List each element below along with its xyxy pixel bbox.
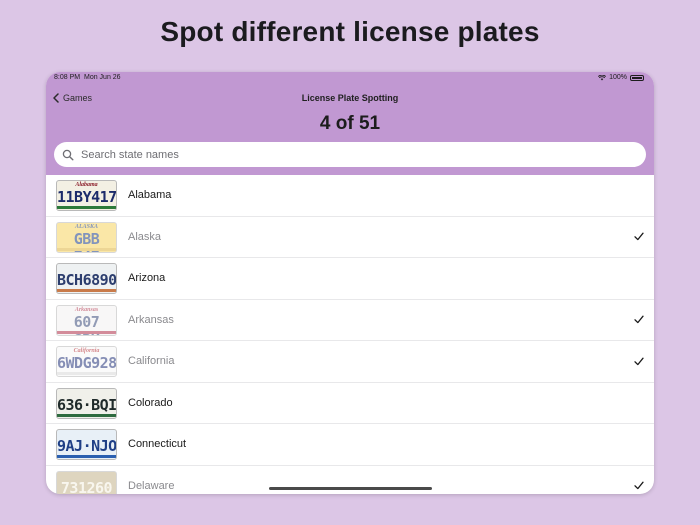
checkmark-icon [634, 315, 644, 324]
license-plate-image: 9AJ·NJO [56, 429, 117, 460]
state-name: Alaska [128, 230, 162, 243]
plate-accent-stripe [57, 413, 116, 417]
list-item[interactable]: 9AJ·NJO Connecticut [46, 424, 654, 466]
plate-accent-stripe [57, 455, 116, 458]
list-item[interactable]: Arkansas607 SBK Arkansas [46, 300, 654, 341]
plate-number: 9AJ·NJO [57, 437, 117, 455]
nav-title: License Plate Spotting [301, 93, 399, 103]
home-indicator[interactable] [269, 487, 432, 490]
plate-number: 636·BQI [57, 395, 117, 414]
plate-number: BCH6890 [57, 271, 117, 289]
license-plate-image: Arkansas607 SBK [56, 304, 117, 336]
plate-accent-stripe [57, 372, 116, 375]
license-plate-image: California 6WDG928 [56, 346, 117, 377]
plate-accent-stripe [57, 206, 116, 209]
list-item[interactable]: California 6WDG928 California [46, 341, 654, 383]
wifi-icon [598, 74, 607, 80]
plate-number: 6WDG928 [57, 354, 117, 372]
license-plate-image: Alabama 11BY417 [56, 180, 117, 211]
state-name: Connecticut [128, 438, 187, 451]
plate-accent-stripe [57, 289, 116, 292]
state-name: Arkansas [128, 313, 174, 326]
status-time: 8:08 PM [54, 74, 81, 81]
progress-count: 4 of 51 [319, 113, 381, 134]
plate-number: 11BY417 [57, 188, 117, 206]
list-item[interactable]: Alabama 11BY417 Alabama [46, 175, 654, 217]
search-input[interactable] [79, 147, 623, 162]
state-name: Colorado [128, 396, 173, 409]
battery-percent: 100% [609, 74, 627, 81]
page-headline: Spot different license plates [160, 16, 540, 47]
state-name: Delaware [128, 479, 175, 492]
list-item[interactable]: ALASKAGBB 747 Alaska [46, 217, 654, 258]
list-item[interactable]: BCH6890 Arizona [46, 258, 654, 300]
checkmark-icon [634, 481, 644, 490]
plate-accent-stripe [57, 330, 116, 334]
plate-accent-stripe [57, 247, 116, 251]
state-name: Alabama [128, 189, 172, 202]
header: 8:08 PM Mon Jun 26 100% Games License Pl… [46, 72, 654, 175]
battery-icon [630, 74, 644, 81]
license-plate-image: 731260 [56, 470, 117, 495]
status-date: Mon Jun 26 [84, 74, 121, 81]
device-screen: 8:08 PM Mon Jun 26 100% Games License Pl… [46, 72, 654, 494]
list-item[interactable]: 636·BQI Colorado [46, 383, 654, 424]
checkmark-icon [634, 232, 644, 241]
status-bar: 8:08 PM Mon Jun 26 100% [46, 72, 654, 84]
license-plate-image: 636·BQI [56, 387, 117, 419]
state-name: Arizona [128, 272, 166, 285]
status-right: 100% [598, 74, 644, 81]
license-plate-image: ALASKAGBB 747 [56, 221, 117, 253]
state-list: Alabama11BY417 Alabama ALASKAGBB 747 Alaska… [46, 175, 654, 494]
plate-number: 731260 [60, 478, 113, 495]
search-icon [62, 149, 74, 160]
search-bar[interactable] [54, 142, 646, 167]
state-name: California [128, 355, 175, 368]
checkmark-icon [634, 357, 644, 365]
license-plate-image: BCH6890 [56, 263, 117, 294]
